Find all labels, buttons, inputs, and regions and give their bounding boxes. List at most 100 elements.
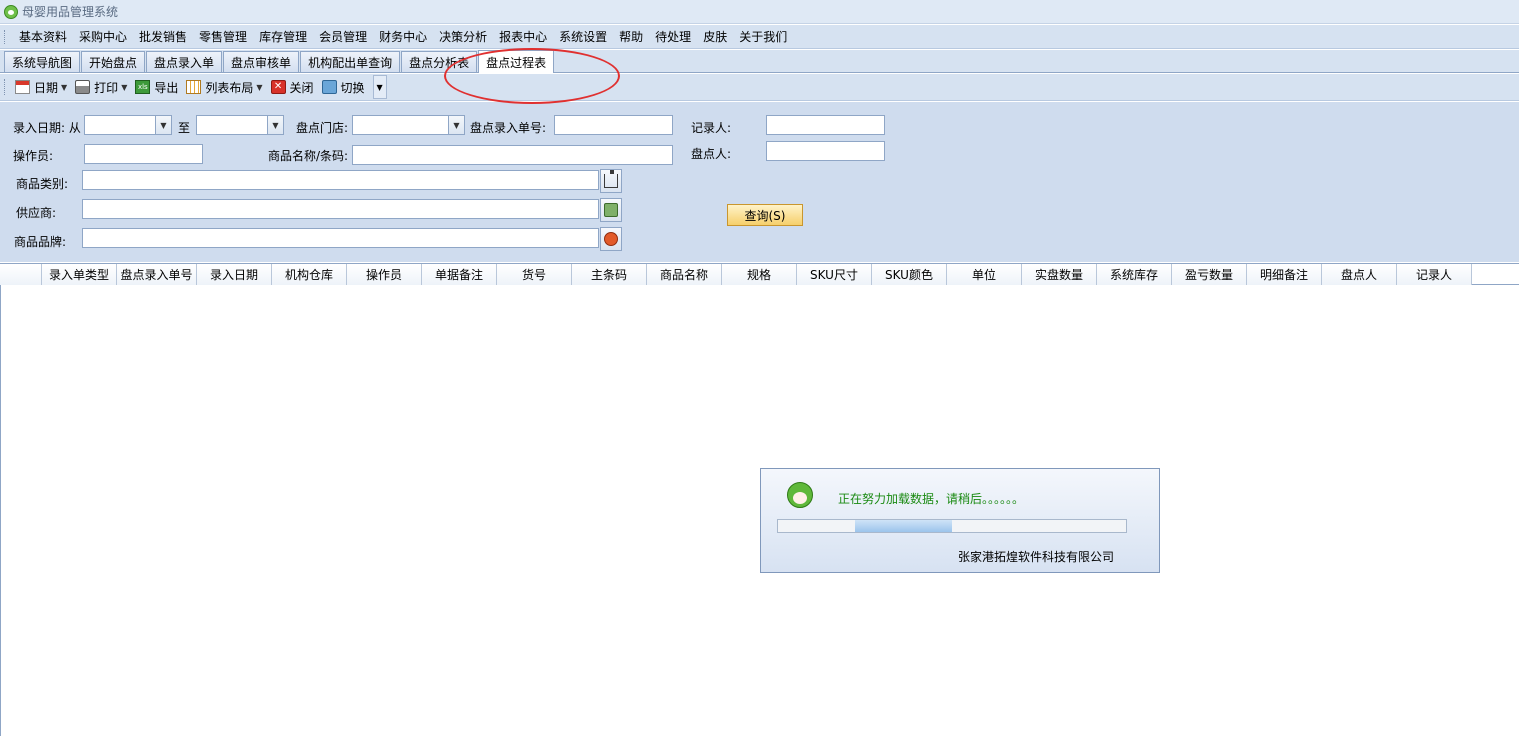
brand-pick-button[interactable] <box>600 227 622 251</box>
menu-item-12[interactable]: 皮肤 <box>697 28 733 45</box>
tab-1[interactable]: 开始盘点 <box>81 51 146 72</box>
date-to-combo[interactable]: ▼ <box>196 115 284 135</box>
chevron-down-icon: ▼ <box>376 82 383 92</box>
column-header[interactable]: 记录人 <box>1397 264 1472 285</box>
supplier-pick-button[interactable] <box>600 198 622 222</box>
brand-label: 商品品牌: <box>14 235 67 249</box>
window-title: 母婴用品管理系统 <box>22 5 119 19</box>
chevron-down-icon: ▼ <box>61 82 68 92</box>
date-from-label: 录入日期: 从 <box>13 121 81 135</box>
query-button[interactable]: 查询(S) <box>727 204 803 226</box>
excel-icon: xls <box>135 80 151 94</box>
column-header[interactable]: 系统库存 <box>1097 264 1172 285</box>
column-header[interactable]: 录入单类型 <box>42 264 117 285</box>
category-label: 商品类别: <box>16 177 69 191</box>
loading-progress-bar <box>777 519 1127 533</box>
counter-label: 盘点人: <box>691 147 732 161</box>
tab-6[interactable]: 盘点过程表 <box>478 50 555 73</box>
tab-2[interactable]: 盘点录入单 <box>146 51 223 72</box>
layout-label: 列表布局 <box>205 80 254 95</box>
tab-3[interactable]: 盘点审核单 <box>223 51 300 72</box>
column-header[interactable]: 录入日期 <box>197 264 272 285</box>
toolbar-overflow-button[interactable]: ▼ <box>372 75 387 99</box>
entry-no-input[interactable] <box>554 115 673 135</box>
list-layout-button[interactable]: 列表布局 ▼ <box>186 79 263 96</box>
mascot-icon <box>787 482 813 508</box>
column-header[interactable]: 实盘数量 <box>1022 264 1097 285</box>
recorder-input[interactable] <box>766 115 885 135</box>
category-input[interactable] <box>82 170 599 190</box>
menu-item-7[interactable]: 决策分析 <box>433 28 493 45</box>
brand-input[interactable] <box>82 228 599 248</box>
company-name: 张家港拓煌软件科技有限公司 <box>958 550 1115 564</box>
print-button[interactable]: 打印 ▼ <box>75 79 127 96</box>
column-header[interactable]: SKU颜色 <box>872 264 947 285</box>
column-header[interactable]: 操作员 <box>347 264 422 285</box>
column-header[interactable]: 单位 <box>947 264 1022 285</box>
tab-4[interactable]: 机构配出单查询 <box>300 51 401 72</box>
column-header[interactable]: 盘点人 <box>1322 264 1397 285</box>
chevron-down-icon: ▼ <box>121 82 128 92</box>
column-header[interactable]: 主条码 <box>572 264 647 285</box>
toolbar: 日期 ▼ 打印 ▼ xls 导出 列表布局 ▼ ✕ 关闭 切换 ▼ <box>0 74 1519 101</box>
loading-progress-fill <box>855 520 952 532</box>
store-label: 盘点门店: <box>296 121 349 135</box>
chevron-down-icon[interactable]: ▼ <box>267 116 283 134</box>
loading-dialog: 正在努力加载数据，请稍后。。。。。。 张家港拓煌软件科技有限公司 <box>760 468 1160 573</box>
menu-item-13[interactable]: 关于我们 <box>733 28 793 45</box>
print-label: 打印 <box>94 80 119 95</box>
chevron-down-icon[interactable]: ▼ <box>155 116 171 134</box>
menu-item-11[interactable]: 待处理 <box>649 28 697 45</box>
menu-item-4[interactable]: 库存管理 <box>253 28 313 45</box>
column-header[interactable]: 盈亏数量 <box>1172 264 1247 285</box>
column-header[interactable]: 盘点录入单号 <box>117 264 197 285</box>
store-combo[interactable]: ▼ <box>352 115 465 135</box>
menu-item-9[interactable]: 系统设置 <box>553 28 613 45</box>
date-button[interactable]: 日期 ▼ <box>15 79 67 96</box>
supplier-icon <box>604 203 618 217</box>
column-header[interactable]: 单据备注 <box>422 264 497 285</box>
category-pick-button[interactable] <box>600 169 622 193</box>
column-header[interactable]: 明细备注 <box>1247 264 1322 285</box>
column-header[interactable]: 货号 <box>497 264 572 285</box>
menu-item-6[interactable]: 财务中心 <box>373 28 433 45</box>
app-logo-icon <box>4 4 18 19</box>
column-header[interactable]: 机构仓库 <box>272 264 347 285</box>
close-icon: ✕ <box>270 80 286 94</box>
operator-label: 操作员: <box>13 149 54 163</box>
column-header[interactable]: 商品名称 <box>647 264 722 285</box>
menu-item-1[interactable]: 采购中心 <box>73 28 133 45</box>
loading-message: 正在努力加载数据，请稍后。。。。。。 <box>838 492 1025 506</box>
tab-0[interactable]: 系统导航图 <box>4 51 81 72</box>
menu-grip <box>4 29 7 44</box>
tab-strip: 系统导航图 开始盘点 盘点录入单 盘点审核单 机构配出单查询 盘点分析表 盘点过程表 <box>0 50 1519 73</box>
column-header[interactable]: SKU尺寸 <box>797 264 872 285</box>
menu-item-3[interactable]: 零售管理 <box>193 28 253 45</box>
date-label: 日期 <box>34 80 59 95</box>
menu-bar: 基本资料 采购中心 批发销售 零售管理 库存管理 会员管理 财务中心 决策分析 报表中心 系统设置… <box>0 25 1519 49</box>
close-button[interactable]: ✕ 关闭 <box>270 79 314 96</box>
column-header[interactable]: 规格 <box>722 264 797 285</box>
date-from-combo[interactable]: ▼ <box>84 115 172 135</box>
printer-icon <box>75 80 91 94</box>
filter-panel: 录入日期: 从 ▼ 至 ▼ 盘点门店: ▼ 盘点录入单号: 记录人: 操作员: … <box>0 102 1519 262</box>
menu-item-10[interactable]: 帮助 <box>613 28 649 45</box>
supplier-label: 供应商: <box>16 206 57 220</box>
menu-item-2[interactable]: 批发销售 <box>133 28 193 45</box>
switch-button[interactable]: 切换 <box>321 79 365 96</box>
tab-5[interactable]: 盘点分析表 <box>401 51 478 72</box>
menu-item-5[interactable]: 会员管理 <box>313 28 373 45</box>
toolbar-grip <box>4 79 7 95</box>
entry-no-label: 盘点录入单号: <box>470 121 547 135</box>
menu-item-0[interactable]: 基本资料 <box>13 28 73 45</box>
counter-input[interactable] <box>766 141 885 161</box>
product-name-input[interactable] <box>352 145 673 165</box>
supplier-input[interactable] <box>82 199 599 219</box>
export-button[interactable]: xls 导出 <box>135 79 178 96</box>
menu-item-8[interactable]: 报表中心 <box>493 28 553 45</box>
operator-input[interactable] <box>84 144 203 164</box>
row-indicator-header[interactable] <box>0 264 42 285</box>
chevron-down-icon[interactable]: ▼ <box>448 116 464 134</box>
recorder-label: 记录人: <box>691 121 732 135</box>
switch-icon <box>321 80 337 94</box>
